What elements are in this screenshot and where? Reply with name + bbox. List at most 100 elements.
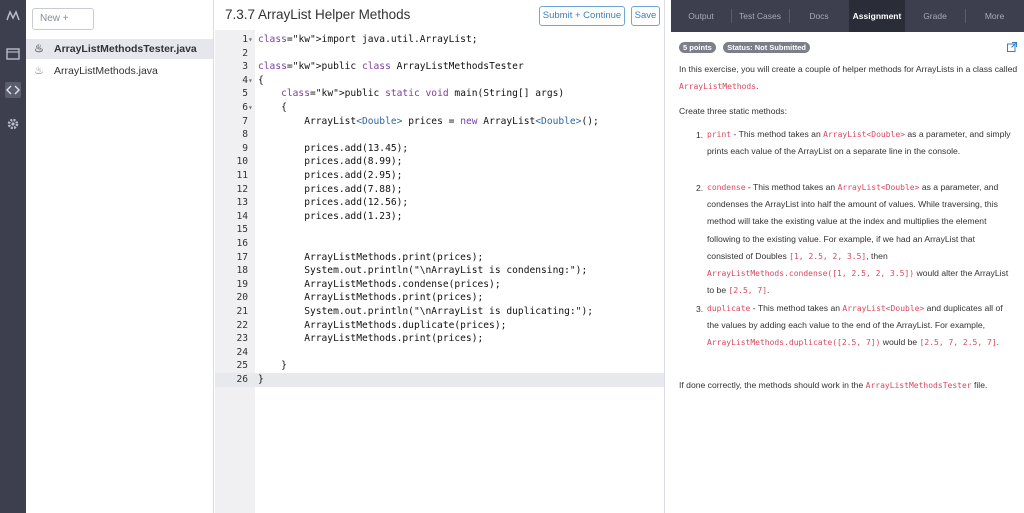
- code-text: prices.add(13.45);: [258, 142, 409, 154]
- inline-code: [2.5, 7, 2.5, 7]: [919, 338, 997, 348]
- code-editor[interactable]: 1 ▾ class="kw">import java.util.ArrayList;…: [215, 30, 664, 513]
- code-text: {: [258, 74, 264, 86]
- line-number: 1: [242, 34, 248, 45]
- java-file-icon: ♨: [34, 43, 44, 55]
- assignment-panel: Output Test Cases Docs Assignment Grade …: [671, 0, 1024, 513]
- code-line[interactable]: 23 ArrayListMethods.print(prices);: [215, 332, 664, 346]
- line-number: 18: [236, 265, 248, 277]
- badge-row: 5 points Status: Not Submitted: [679, 42, 813, 54]
- code-line[interactable]: 25 }: [215, 359, 664, 373]
- tab-bar: Output Test Cases Docs Assignment Grade …: [671, 0, 1024, 32]
- line-number: 11: [236, 170, 248, 181]
- code-line[interactable]: 24: [215, 346, 664, 360]
- inline-code: ArrayList<Double>: [842, 304, 925, 313]
- code-text: class="kw">public static void main(Strin…: [281, 88, 565, 100]
- settings-icon[interactable]: [5, 116, 21, 132]
- code-line[interactable]: 9 prices.add(13.45);: [215, 142, 664, 156]
- line-number: 20: [236, 292, 248, 304]
- list-item-condense: condense - This method takes an ArrayLis…: [707, 179, 1012, 299]
- line-number: 2: [242, 47, 248, 59]
- code-icon[interactable]: [5, 82, 21, 98]
- code-text: ArrayListMethods.print(prices);: [258, 292, 484, 304]
- code-text: System.out.println("\nArrayList is conde…: [258, 265, 588, 277]
- file-item-tester[interactable]: ♨ ArrayListMethodsTester.java: [26, 39, 213, 59]
- line-number: 12: [236, 183, 248, 195]
- line-number: 13: [236, 197, 248, 209]
- code-line[interactable]: 14 prices.add(1.23);: [215, 210, 664, 224]
- intro-paragraph: In this exercise, you will create a coup…: [679, 61, 1019, 95]
- code-line[interactable]: 16: [215, 237, 664, 251]
- external-link-icon[interactable]: [1006, 40, 1018, 52]
- submit-continue-button[interactable]: Submit + Continue: [539, 6, 625, 26]
- code-line[interactable]: 26}: [215, 373, 664, 387]
- item-text: as a parameter, and condenses the ArrayL…: [707, 182, 999, 261]
- logo-icon[interactable]: [5, 8, 21, 24]
- code-line[interactable]: 7 ArrayList<Double> prices = new ArrayLi…: [215, 115, 664, 129]
- list-number: 3.: [696, 304, 704, 314]
- create-heading: Create three static methods:: [679, 106, 787, 116]
- line-number: 14: [236, 210, 248, 222]
- outro-paragraph: If done correctly, the methods should wo…: [679, 377, 1019, 394]
- item-text: - This method takes an: [750, 303, 843, 313]
- code-line[interactable]: 19 ArrayListMethods.condense(prices);: [215, 278, 664, 292]
- fold-arrow-icon[interactable]: ▾: [248, 101, 256, 115]
- code-text: }: [258, 374, 264, 385]
- points-badge: 5 points: [679, 42, 716, 53]
- save-button[interactable]: Save: [631, 6, 660, 26]
- item-text: would be: [880, 337, 920, 348]
- inline-code: ArrayListMethods.condense([1, 2.5, 2, 3.…: [707, 269, 915, 279]
- code-text: {: [258, 102, 287, 113]
- fold-arrow-icon[interactable]: ▾: [248, 74, 256, 88]
- code-line[interactable]: 15: [215, 223, 664, 237]
- new-file-button[interactable]: New +: [32, 8, 94, 30]
- code-line[interactable]: 3 class="kw">public class ArrayListMethod…: [215, 60, 664, 74]
- line-number: 10: [236, 156, 248, 168]
- code-line[interactable]: 12 prices.add(7.88);: [215, 183, 664, 197]
- tab-grade[interactable]: Grade: [905, 0, 965, 32]
- code-line[interactable]: 11 prices.add(2.95);: [215, 169, 664, 183]
- code-text: System.out.println("\nArrayList is dupli…: [258, 306, 594, 317]
- code-line[interactable]: 1 ▾ class="kw">import java.util.ArrayList;: [215, 33, 664, 47]
- code-text: ArrayList<Double> prices = new ArrayList…: [258, 115, 599, 127]
- code-line[interactable]: 20 ArrayListMethods.print(prices);: [215, 291, 664, 305]
- line-number: 22: [236, 319, 248, 331]
- item-text: .: [996, 337, 1000, 348]
- inline-code: [2.5, 7]: [728, 286, 768, 296]
- tab-test-cases[interactable]: Test Cases: [731, 0, 789, 32]
- code-line[interactable]: 21 System.out.println("\nArrayList is du…: [215, 305, 664, 319]
- code-line[interactable]: 6 ▾ {: [215, 101, 664, 115]
- line-number: 9: [242, 142, 248, 154]
- code-line[interactable]: 10 prices.add(8.99);: [215, 155, 664, 169]
- tab-assignment[interactable]: Assignment: [849, 0, 905, 32]
- tab-output[interactable]: Output: [671, 0, 731, 32]
- file-item-methods[interactable]: ♨ ArrayListMethods.java: [26, 61, 213, 81]
- code-text: ArrayListMethods.print(prices);: [258, 333, 484, 345]
- code-text: prices.add(7.88);: [258, 183, 403, 195]
- line-number: 19: [236, 278, 248, 290]
- code-line[interactable]: 13 prices.add(12.56);: [215, 196, 664, 210]
- item-text: - This method takes an: [731, 129, 824, 139]
- folder-icon[interactable]: [5, 46, 21, 62]
- code-line[interactable]: 8: [215, 128, 664, 142]
- code-text: prices.add(2.95);: [258, 170, 403, 181]
- inline-code: ArrayListMethods: [679, 82, 757, 91]
- code-text: prices.add(8.99);: [258, 156, 403, 168]
- page-title: 7.3.7 ArrayList Helper Methods: [225, 7, 411, 22]
- java-file-icon: ♨: [34, 65, 44, 77]
- line-number: 24: [236, 346, 248, 358]
- code-text: prices.add(12.56);: [258, 197, 409, 209]
- tab-more[interactable]: More: [965, 0, 1024, 32]
- line-number: 25: [236, 360, 248, 372]
- code-line[interactable]: 18 System.out.println("\nArrayList is co…: [215, 264, 664, 278]
- inline-code: ArrayListMethodsTester: [865, 381, 972, 390]
- item-text: - This method takes an: [745, 182, 838, 192]
- fold-arrow-icon[interactable]: ▾: [248, 33, 256, 47]
- code-line[interactable]: 22 ArrayListMethods.duplicate(prices);: [215, 319, 664, 333]
- code-line[interactable]: 5 class="kw">public static void main(Str…: [215, 87, 664, 101]
- outro-text-end: file.: [971, 380, 988, 390]
- code-line[interactable]: 17 ArrayListMethods.print(prices);: [215, 251, 664, 265]
- code-line[interactable]: 4 ▾{: [215, 74, 664, 88]
- code-line[interactable]: 2: [215, 47, 664, 61]
- code-text: ArrayListMethods.duplicate(prices);: [258, 319, 507, 331]
- tab-docs[interactable]: Docs: [789, 0, 849, 32]
